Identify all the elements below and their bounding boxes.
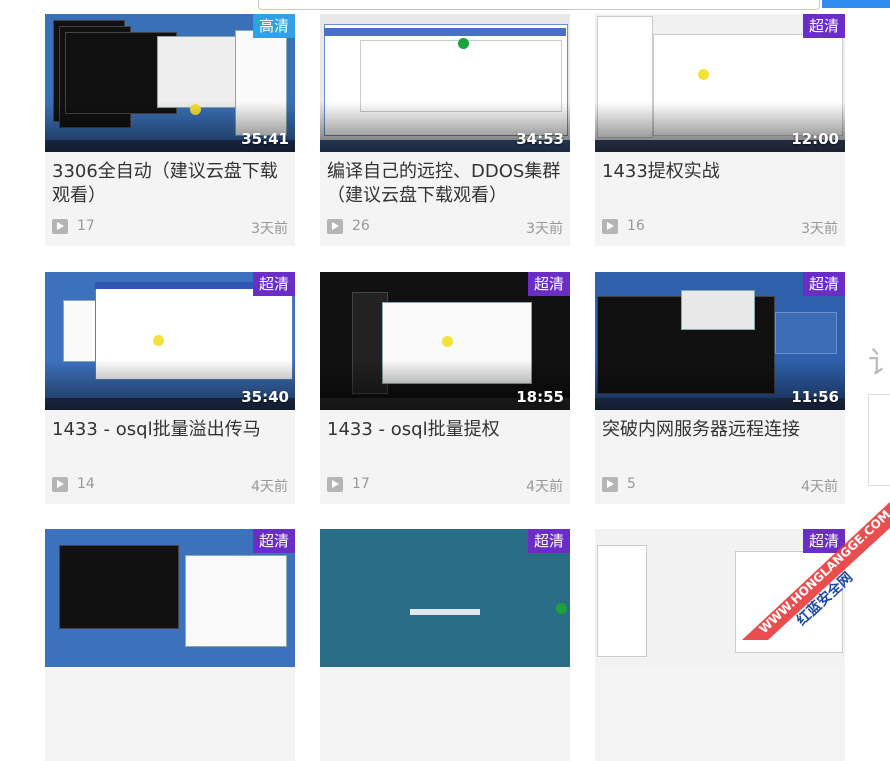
play-count: 26 — [352, 218, 370, 234]
video-meta: 5 4天前 — [602, 476, 838, 496]
upload-time: 4天前 — [526, 479, 563, 495]
video-card[interactable]: 超清 — [320, 529, 570, 761]
video-meta: 17 3天前 — [52, 218, 288, 238]
video-meta: 26 3天前 — [327, 218, 563, 238]
upload-time: 3天前 — [526, 221, 563, 237]
video-card[interactable]: 超清 — [45, 529, 295, 761]
sidebar-panel — [868, 394, 890, 486]
upload-time: 4天前 — [801, 479, 838, 495]
svg-text:WWW.HONGLANGGE.COM: WWW.HONGLANGGE.COM — [756, 507, 890, 636]
upload-time: 3天前 — [801, 221, 838, 237]
sidebar-heading: 讠 — [868, 346, 890, 381]
video-duration: 35:41 — [241, 130, 289, 148]
video-title[interactable]: 突破内网服务器远程连接 — [602, 418, 840, 442]
video-thumbnail[interactable]: 超清 12:00 — [595, 14, 845, 152]
video-duration: 11:56 — [791, 388, 839, 406]
play-count-icon — [327, 477, 343, 492]
video-card[interactable]: 高清 35:41 3306全自动（建议云盘下载观看） 17 3天前 — [45, 14, 295, 246]
quality-badge: 超清 — [252, 272, 295, 296]
play-count-icon — [52, 219, 68, 234]
top-bar — [0, 0, 890, 14]
quality-badge: 高清 — [252, 14, 295, 38]
video-title[interactable]: 1433提权实战 — [602, 160, 840, 184]
quality-badge: 超清 — [252, 529, 295, 553]
video-duration: 18:55 — [516, 388, 564, 406]
play-count-icon — [327, 219, 343, 234]
video-card[interactable]: 超清 18:55 1433 - osql批量提权 17 4天前 — [320, 272, 570, 504]
video-thumbnail[interactable]: 超清 11:56 — [595, 272, 845, 410]
search-input[interactable] — [258, 0, 820, 10]
video-thumbnail[interactable]: 超清 35:40 — [45, 272, 295, 410]
watermark-logo: WWW.HONGLANGGE.COM 红蓝安全网 — [742, 501, 890, 640]
video-card[interactable]: 超清 12:00 1433提权实战 16 3天前 — [595, 14, 845, 246]
video-card[interactable]: 超清 35:40 1433 - osql批量溢出传马 14 4天前 — [45, 272, 295, 504]
video-thumbnail[interactable]: 超清 18:55 — [320, 272, 570, 410]
play-count: 5 — [627, 476, 636, 492]
quality-badge: 超清 — [527, 272, 570, 296]
quality-badge: 超清 — [802, 272, 845, 296]
video-thumbnail[interactable]: 超清 — [320, 529, 570, 667]
video-meta: 16 3天前 — [602, 218, 838, 238]
video-meta: 14 4天前 — [52, 476, 288, 496]
video-duration: 35:40 — [241, 388, 289, 406]
upload-time: 3天前 — [251, 221, 288, 237]
play-count-icon — [602, 219, 618, 234]
video-title[interactable]: 1433 - osql批量溢出传马 — [52, 418, 290, 442]
video-card[interactable]: 34:53 编译自己的远控、DDOS集群（建议云盘下载观看） 26 3天前 — [320, 14, 570, 246]
play-count: 17 — [352, 476, 370, 492]
video-title[interactable]: 1433 - osql批量提权 — [327, 418, 565, 442]
upload-time: 4天前 — [251, 479, 288, 495]
quality-badge: 超清 — [802, 14, 845, 38]
video-thumbnail[interactable]: 34:53 — [320, 14, 570, 152]
play-count: 16 — [627, 218, 645, 234]
search-button[interactable] — [822, 0, 890, 8]
video-duration: 12:00 — [791, 130, 839, 148]
play-count-icon — [602, 477, 618, 492]
video-title[interactable]: 编译自己的远控、DDOS集群（建议云盘下载观看） — [327, 160, 565, 208]
video-meta: 17 4天前 — [327, 476, 563, 496]
video-duration: 34:53 — [516, 130, 564, 148]
quality-badge: 超清 — [527, 529, 570, 553]
video-card[interactable]: 超清 11:56 突破内网服务器远程连接 5 4天前 — [595, 272, 845, 504]
play-count-icon — [52, 477, 68, 492]
video-title[interactable]: 3306全自动（建议云盘下载观看） — [52, 160, 290, 208]
play-count: 14 — [77, 476, 95, 492]
video-thumbnail[interactable]: 高清 35:41 — [45, 14, 295, 152]
play-count: 17 — [77, 218, 95, 234]
video-thumbnail[interactable]: 超清 — [45, 529, 295, 667]
